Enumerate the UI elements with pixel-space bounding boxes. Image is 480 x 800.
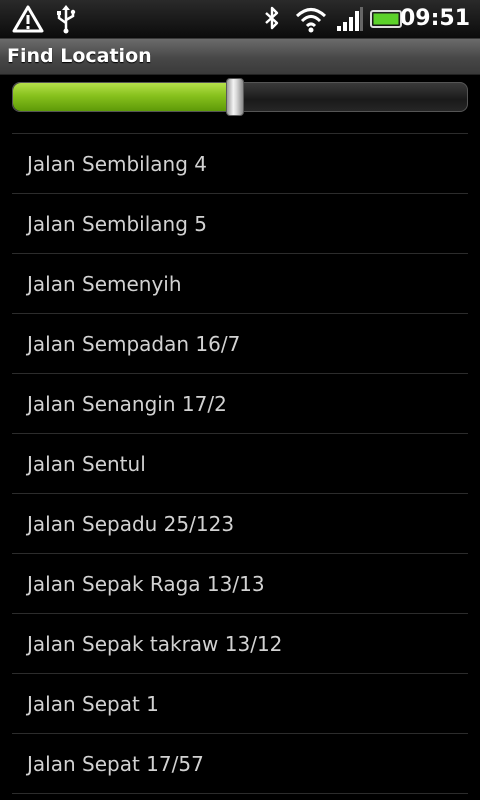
wifi-icon <box>294 4 328 34</box>
slider-thumb[interactable] <box>226 78 245 116</box>
list-item[interactable]: Jalan Semenyih <box>12 254 468 314</box>
location-list: Jalan Sembilang 4 Jalan Sembilang 5 Jalan … <box>12 133 468 794</box>
status-time: 09:51 <box>399 6 470 31</box>
title-bar: Find Location <box>0 39 480 75</box>
list-item-label: Jalan Sepak Raga 13/13 <box>27 571 265 596</box>
list-item[interactable]: Jalan Sempadan 16/7 <box>12 314 468 374</box>
slider-fill <box>13 83 236 111</box>
list-item[interactable]: Jalan Sepat 17/57 <box>12 734 468 794</box>
page-title: Find Location <box>7 45 152 67</box>
signal-icon <box>336 4 364 34</box>
status-bar: 09:51 <box>0 0 480 39</box>
list-item-label: Jalan Sepak takraw 13/12 <box>27 631 283 656</box>
list-item[interactable]: Jalan Sepat 1 <box>12 674 468 734</box>
usb-icon <box>54 4 78 34</box>
list-item-label: Jalan Semenyih <box>27 271 182 296</box>
list-item[interactable]: Jalan Sepak Raga 13/13 <box>12 554 468 614</box>
list-item-label: Jalan Sepat 17/57 <box>27 751 204 776</box>
list-item-label: Jalan Senangin 17/2 <box>27 391 227 416</box>
bluetooth-icon <box>262 4 282 34</box>
list-item-label: Jalan Sepat 1 <box>27 691 159 716</box>
list-item-label: Jalan Sentul <box>27 451 146 476</box>
location-slider[interactable] <box>12 78 468 116</box>
list-item-label: Jalan Sempadan 16/7 <box>27 331 241 356</box>
warning-icon <box>12 4 44 34</box>
list-item[interactable]: Jalan Sepadu 25/123 <box>12 494 468 554</box>
list-item-label: Jalan Sembilang 4 <box>27 151 207 176</box>
list-item-label: Jalan Sepadu 25/123 <box>27 511 235 536</box>
list-item[interactable]: Jalan Sentul <box>12 434 468 494</box>
list-item[interactable]: Jalan Sembilang 5 <box>12 194 468 254</box>
list-item-label: Jalan Sembilang 5 <box>27 211 207 236</box>
list-item[interactable]: Jalan Sepak takraw 13/12 <box>12 614 468 674</box>
list-item[interactable]: Jalan Sembilang 4 <box>12 134 468 194</box>
list-item[interactable]: Jalan Senangin 17/2 <box>12 374 468 434</box>
